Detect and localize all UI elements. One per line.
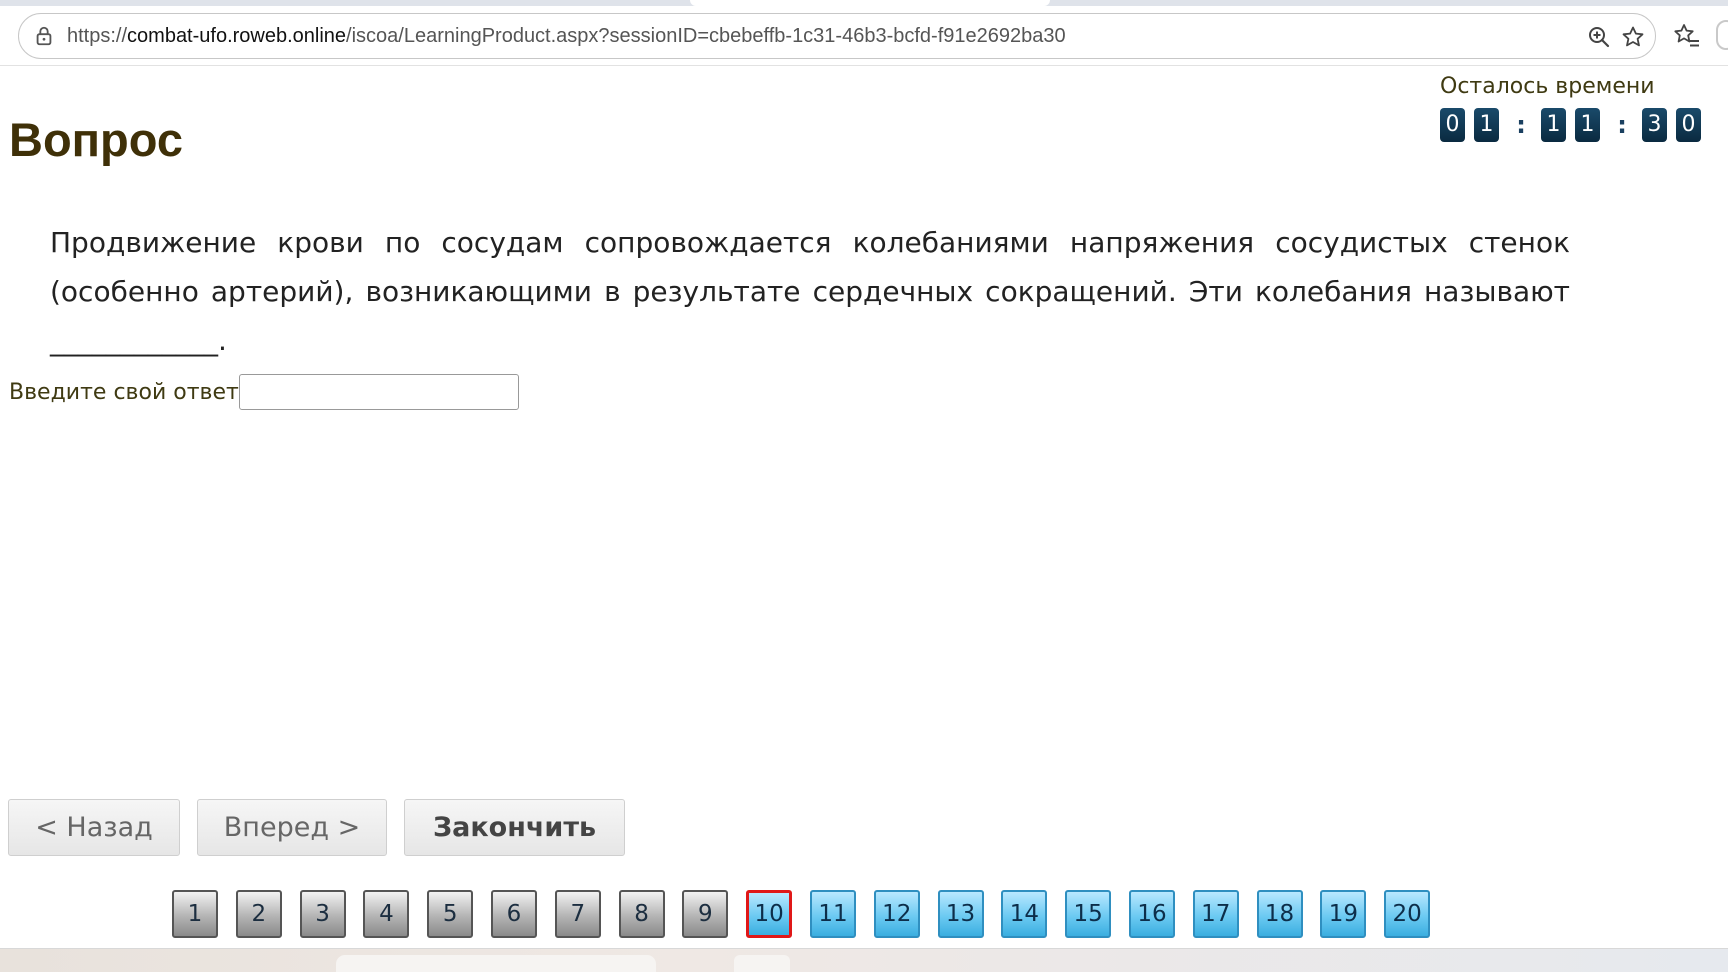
timer-separator: :: [1617, 111, 1627, 139]
page-button-12[interactable]: 12: [873, 890, 920, 938]
tab-strip: [0, 0, 1728, 6]
page-button-5[interactable]: 5: [427, 890, 474, 938]
timer-digits: 0 1 : 1 1 : 3 0: [1440, 108, 1710, 142]
page-button-2[interactable]: 2: [235, 890, 282, 938]
page-button-20[interactable]: 20: [1384, 890, 1431, 938]
url-path: /iscoa/LearningProduct.aspx?sessionID=cb…: [346, 25, 1066, 47]
page-button-7[interactable]: 7: [554, 890, 601, 938]
timer-seconds-tens: 3: [1642, 108, 1667, 142]
page-title: Вопрос: [9, 113, 183, 166]
page-button-14[interactable]: 14: [1001, 890, 1048, 938]
page-button-10[interactable]: 10: [746, 890, 793, 938]
page-button-1[interactable]: 1: [172, 890, 218, 938]
question-pager: 1 2 3 4 5 6 7 8 9 10 11 12 13 14 15 16 17 18 19 20: [172, 890, 1448, 938]
page-button-17[interactable]: 17: [1192, 890, 1239, 938]
finish-button[interactable]: Закончить: [404, 799, 625, 856]
back-button[interactable]: < Назад: [8, 799, 180, 856]
taskbar-item[interactable]: [336, 955, 656, 972]
favorites-icon[interactable]: [1673, 22, 1701, 50]
question-text: Продвижение крови по сосудам сопровождае…: [50, 226, 1570, 357]
timer-minutes-ones: 1: [1575, 108, 1600, 142]
page-button-9[interactable]: 9: [682, 890, 729, 938]
timer-label: Осталось времени: [1440, 74, 1655, 99]
url-prefix: https://: [67, 25, 128, 47]
page-button-18[interactable]: 18: [1256, 890, 1303, 938]
page-button-16[interactable]: 16: [1128, 890, 1175, 938]
star-icon[interactable]: [1621, 25, 1645, 49]
active-tab[interactable]: [690, 0, 1050, 6]
answer-label: Введите свой ответ: [9, 379, 239, 405]
zoom-icon[interactable]: [1587, 25, 1611, 49]
page-button-3[interactable]: 3: [299, 890, 346, 938]
page-button-11[interactable]: 11: [809, 890, 856, 938]
answer-input[interactable]: [238, 374, 519, 410]
timer-hours-tens: 0: [1440, 108, 1465, 142]
browser-toolbar: https://combat-ufo.roweb.online/iscoa/Le…: [0, 0, 1728, 66]
page-button-19[interactable]: 19: [1320, 890, 1367, 938]
page-button-8[interactable]: 8: [618, 890, 665, 938]
page-button-13[interactable]: 13: [937, 890, 984, 938]
page-button-6[interactable]: 6: [490, 890, 537, 938]
timer-minutes-tens: 1: [1541, 108, 1566, 142]
url-host: combat-ufo.roweb.online: [127, 25, 347, 47]
lock-icon[interactable]: [33, 25, 55, 47]
url-text[interactable]: https://combat-ufo.roweb.online/iscoa/Le…: [67, 14, 1066, 58]
timer-hours-ones: 1: [1474, 108, 1499, 142]
page-button-15[interactable]: 15: [1065, 890, 1112, 938]
address-bar[interactable]: https://combat-ufo.roweb.online/iscoa/Le…: [18, 13, 1656, 59]
countdown-timer: Осталось времени 0 1 : 1 1 : 3 0: [1430, 74, 1701, 146]
forward-button[interactable]: Вперед >: [197, 799, 387, 856]
profile-button[interactable]: [1716, 20, 1728, 50]
timer-seconds-ones: 0: [1676, 108, 1701, 142]
answer-row: Введите свой ответ: [9, 374, 519, 410]
timer-separator: :: [1516, 111, 1526, 139]
taskbar: [0, 948, 1728, 972]
page-button-4[interactable]: 4: [363, 890, 410, 938]
taskbar-item[interactable]: [734, 955, 790, 972]
